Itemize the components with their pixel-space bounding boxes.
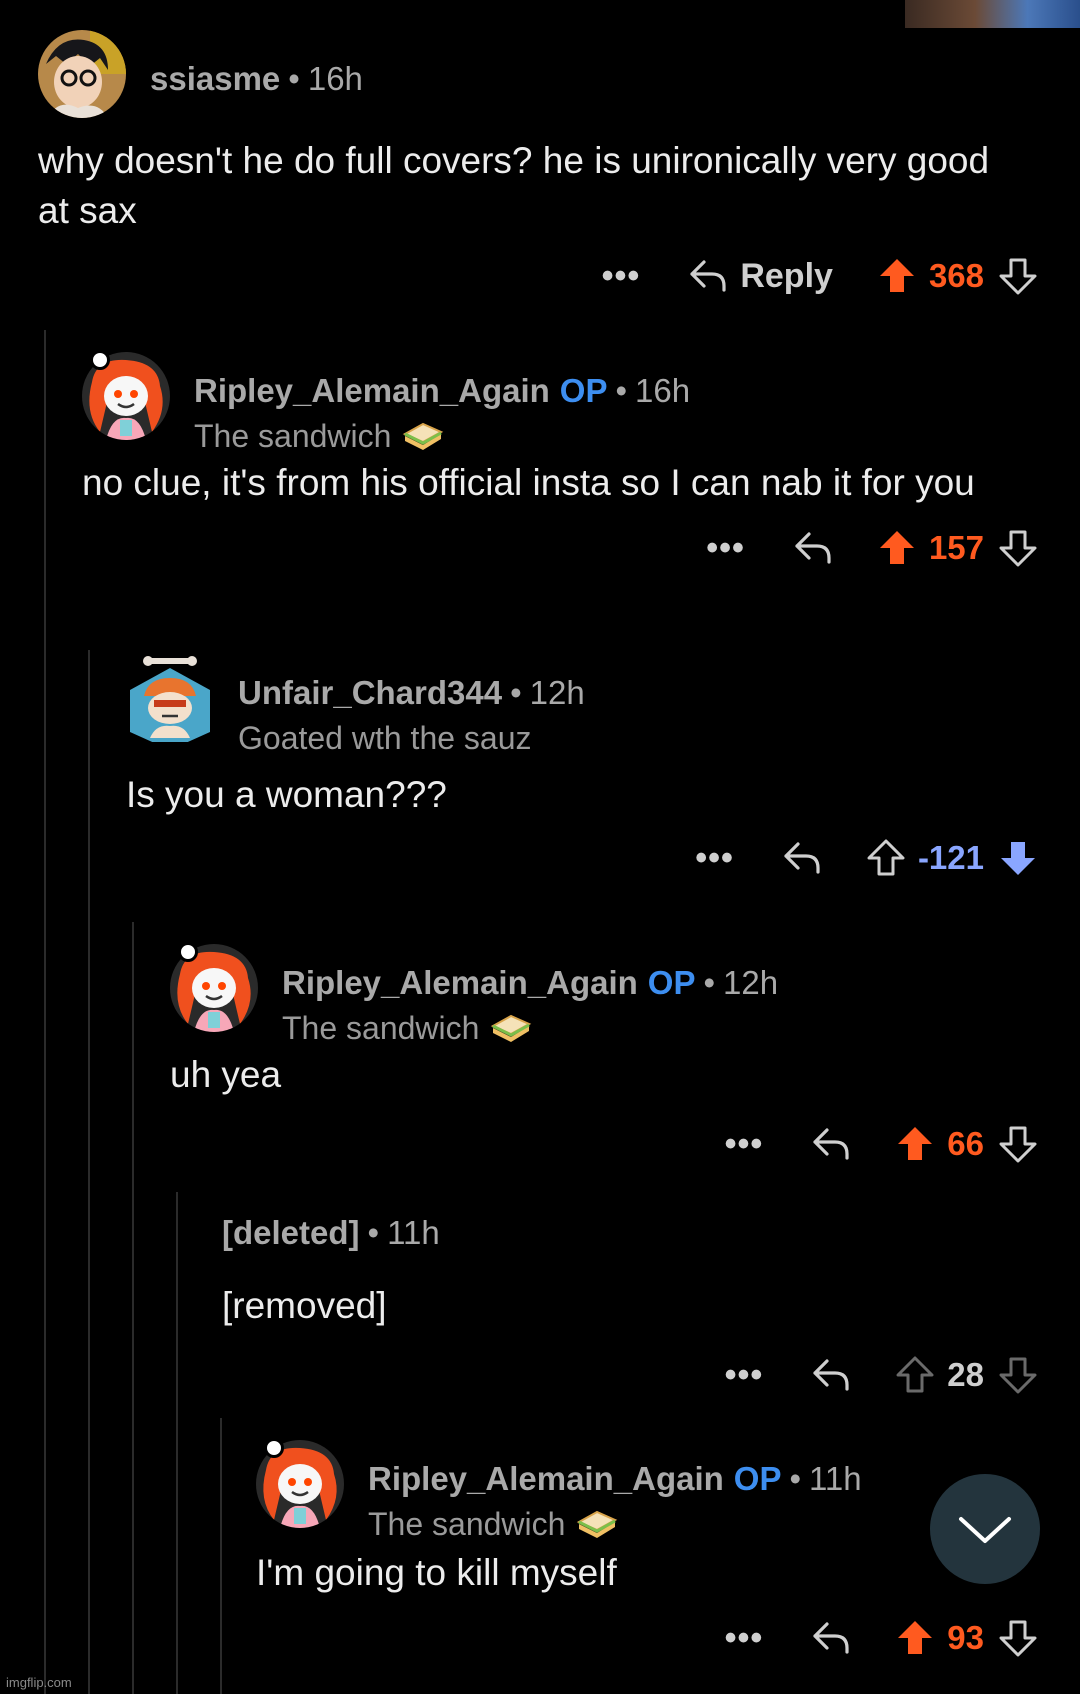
downvote-icon[interactable] [998, 838, 1038, 878]
comment-body: why doesn't he do full covers? he is uni… [38, 140, 990, 231]
comment-body: uh yea [170, 1054, 282, 1095]
user-flair: The sandwich [368, 1505, 862, 1543]
flair-text: The sandwich [194, 418, 392, 454]
reply-button[interactable] [811, 1126, 851, 1162]
upvote-icon[interactable] [895, 1355, 935, 1395]
vote-score: 66 [947, 1125, 984, 1162]
username[interactable]: Unfair_Chard344 [238, 674, 502, 711]
reply-icon [813, 1622, 849, 1654]
downvote-icon[interactable] [998, 1124, 1038, 1164]
vote-score: -121 [917, 839, 984, 876]
op-badge: OP [559, 372, 608, 409]
op-badge: OP [647, 964, 696, 1001]
comment: [deleted] • 11h [removed] ••• 28 [222, 1214, 1080, 1429]
reply-button[interactable] [811, 1357, 851, 1393]
scroll-next-button[interactable] [930, 1474, 1040, 1584]
flair-text: The sandwich [282, 1010, 480, 1046]
watermark: imgflip.com [6, 1675, 72, 1690]
vote-score: 93 [947, 1619, 984, 1656]
thread-line[interactable] [176, 1192, 178, 1694]
online-status-dot [90, 350, 110, 370]
timestamp: 16h [635, 372, 691, 409]
reply-icon [690, 260, 726, 292]
comment: ssiasme • 16h why doesn't he do full cover… [38, 30, 1080, 330]
reply-button[interactable]: Reply [688, 257, 833, 296]
upvote-icon[interactable] [877, 528, 917, 568]
vote-score: 368 [928, 257, 984, 294]
sandwich-icon [491, 1014, 532, 1042]
more-options-button[interactable]: ••• [602, 257, 641, 296]
username[interactable]: Ripley_Alemain_Again [368, 1460, 724, 1497]
op-badge: OP [733, 1460, 782, 1497]
reply-icon [795, 532, 831, 564]
comment-body: Is you a woman??? [126, 774, 447, 815]
online-status-dot [178, 942, 198, 962]
reply-button[interactable] [811, 1620, 851, 1656]
downvote-icon[interactable] [998, 1355, 1038, 1395]
media-thumbnail[interactable] [905, 0, 1080, 28]
vote-score: 157 [928, 529, 984, 566]
reply-button[interactable] [793, 530, 833, 566]
timestamp: 16h [307, 60, 363, 97]
reply-label: Reply [740, 256, 833, 295]
upvote-icon[interactable] [866, 838, 906, 878]
thread-line[interactable] [132, 922, 134, 1694]
reply-button[interactable] [782, 840, 822, 876]
user-flair: The sandwich [194, 417, 690, 455]
downvote-icon[interactable] [998, 1618, 1038, 1658]
comment: Ripley_Alemain_Again OP • 12h The sandwich … [170, 942, 1080, 1198]
chevron-down-icon [959, 1517, 1011, 1543]
comment-body: [removed] [222, 1285, 387, 1326]
timestamp: 11h [387, 1214, 440, 1251]
reply-icon [784, 842, 820, 874]
more-options-button[interactable]: ••• [725, 1125, 764, 1164]
thread-line[interactable] [220, 1418, 222, 1694]
downvote-icon[interactable] [998, 528, 1038, 568]
comment-body: no clue, it's from his official insta so… [82, 462, 975, 503]
username[interactable]: Ripley_Alemain_Again [282, 964, 638, 1001]
more-options-button[interactable]: ••• [695, 839, 734, 878]
comment: Ripley_Alemain_Again OP • 16h The sandwich … [82, 350, 1080, 602]
more-options-button[interactable]: ••• [725, 1619, 764, 1658]
vote-score: 28 [947, 1356, 984, 1393]
username[interactable]: Ripley_Alemain_Again [194, 372, 550, 409]
upvote-icon[interactable] [895, 1124, 935, 1164]
more-options-button[interactable]: ••• [725, 1356, 764, 1395]
thread-line[interactable] [44, 330, 46, 1694]
thread-line[interactable] [88, 650, 90, 1694]
user-flair: Goated wth the sauz [238, 719, 585, 757]
reply-icon [813, 1359, 849, 1391]
timestamp: 11h [809, 1460, 862, 1497]
flair-text: The sandwich [368, 1506, 566, 1542]
comment: Unfair_Chard344 • 12h Goated wth the sauz … [126, 654, 1080, 912]
user-avatar[interactable] [126, 654, 214, 742]
online-status-dot [264, 1438, 284, 1458]
upvote-icon[interactable] [895, 1618, 935, 1658]
timestamp: 12h [723, 964, 779, 1001]
more-options-button[interactable]: ••• [706, 529, 745, 568]
user-flair: The sandwich [282, 1009, 778, 1047]
reply-icon [813, 1128, 849, 1160]
sandwich-icon [577, 1510, 618, 1538]
downvote-icon[interactable] [998, 256, 1038, 296]
upvote-icon[interactable] [877, 256, 917, 296]
username[interactable]: ssiasme [150, 60, 280, 97]
user-avatar[interactable] [38, 30, 126, 118]
timestamp: 12h [529, 674, 585, 711]
username: [deleted] [222, 1214, 360, 1251]
flair-text: Goated wth the sauz [238, 720, 532, 756]
sandwich-icon [403, 422, 444, 450]
